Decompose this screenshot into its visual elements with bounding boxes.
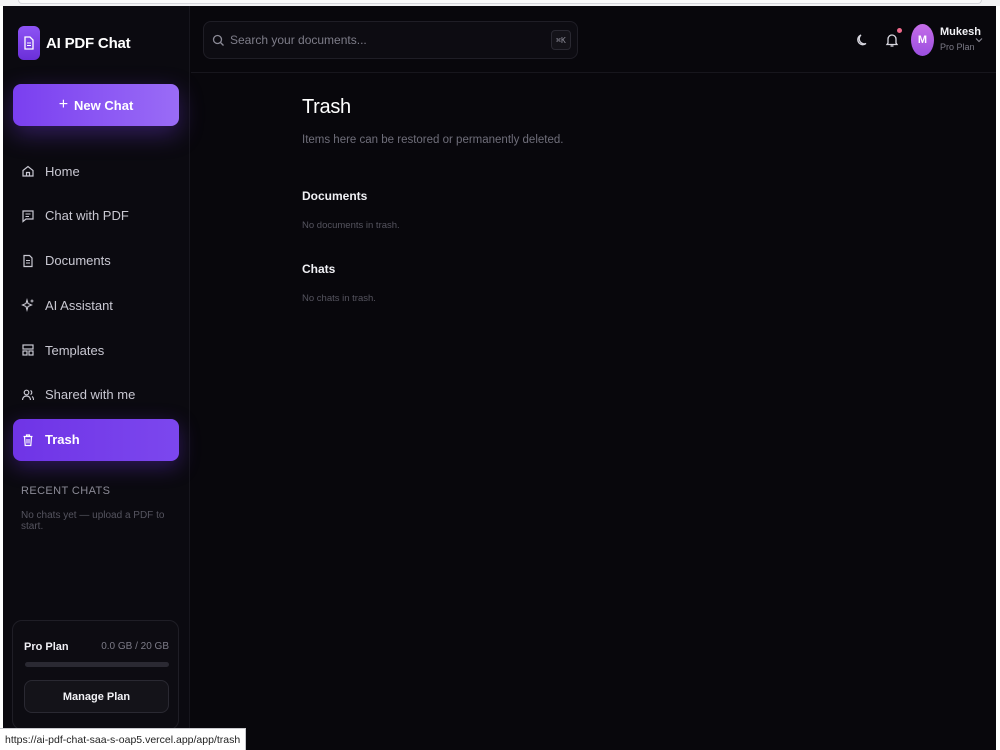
new-chat-label: New Chat [74, 97, 134, 113]
brand-name: AI PDF Chat [46, 34, 131, 52]
storage-usage: 0.0 GB / 20 GB [101, 641, 169, 652]
documents-empty-message: No documents in trash. [302, 220, 400, 231]
sidebar-item-trash[interactable]: Trash [13, 418, 179, 461]
plan-name: Pro Plan [24, 641, 69, 653]
sidebar-item-label: Documents [45, 253, 111, 269]
sidebar-item-label: Trash [45, 432, 80, 448]
manage-plan-button[interactable]: Manage Plan [24, 680, 169, 713]
app-window: AI PDF Chat + New Chat Home Chat with PD… [3, 6, 996, 750]
bell-icon[interactable] [884, 32, 900, 48]
top-bar: ⌘K M Mukesh Pro Plan [191, 6, 996, 73]
plan-card: Pro Plan 0.0 GB / 20 GB Manage Plan [12, 620, 179, 730]
sidebar-item-chat-with-pdf[interactable]: Chat with PDF [13, 195, 179, 237]
storage-progress-bar [25, 662, 169, 667]
sidebar-item-home[interactable]: Home [13, 150, 179, 192]
new-chat-button[interactable]: + New Chat [13, 84, 179, 126]
sidebar-item-label: AI Assistant [45, 297, 113, 313]
home-icon [22, 165, 34, 177]
avatar[interactable]: M [911, 24, 934, 56]
sidebar-item-label: Shared with me [45, 387, 136, 403]
sidebar-item-label: Chat with PDF [45, 208, 129, 224]
templates-icon [22, 344, 34, 356]
status-bar-url: https://ai-pdf-chat-saa-s-oap5.vercel.ap… [0, 728, 247, 750]
sparkles-icon [21, 298, 34, 313]
search-bar[interactable]: ⌘K [203, 21, 578, 59]
sidebar-nav: Home Chat with PDF Documents AI Assistan… [13, 150, 179, 464]
moon-icon[interactable] [855, 32, 871, 48]
sidebar-item-templates[interactable]: Templates [13, 329, 179, 371]
chats-section-title: Chats [302, 262, 336, 276]
recent-chats-empty: No chats yet — upload a PDF to start. [21, 510, 165, 532]
sidebar-item-label: Home [45, 163, 80, 179]
chats-empty-message: No chats in trash. [302, 293, 376, 304]
page-subtitle: Items here can be restored or permanentl… [302, 134, 564, 146]
chevron-down-icon[interactable] [975, 36, 983, 44]
chat-icon [22, 210, 34, 223]
plus-icon: + [58, 96, 69, 113]
sidebar-item-ai-assistant[interactable]: AI Assistant [13, 284, 179, 326]
user-plan: Pro Plan [940, 42, 975, 52]
recent-chats-heading: RECENT CHATS [21, 485, 111, 497]
users-icon [21, 389, 35, 401]
browser-chrome [18, 0, 982, 4]
document-icon [23, 254, 33, 267]
search-icon [212, 34, 224, 46]
sidebar: AI PDF Chat + New Chat Home Chat with PD… [3, 6, 190, 750]
shortcut-hint: ⌘K [551, 30, 571, 50]
search-input[interactable] [230, 33, 530, 47]
documents-section-title: Documents [302, 189, 368, 203]
page-title: Trash [302, 96, 351, 118]
sidebar-item-shared-with-me[interactable]: Shared with me [13, 374, 179, 416]
main-content: Trash Items here can be restored or perm… [302, 96, 564, 304]
brand[interactable]: AI PDF Chat [18, 26, 131, 60]
document-icon [18, 26, 40, 60]
trash-icon [23, 434, 33, 446]
sidebar-item-label: Templates [45, 342, 105, 358]
sidebar-item-documents[interactable]: Documents [13, 240, 179, 282]
notification-dot [897, 28, 902, 33]
